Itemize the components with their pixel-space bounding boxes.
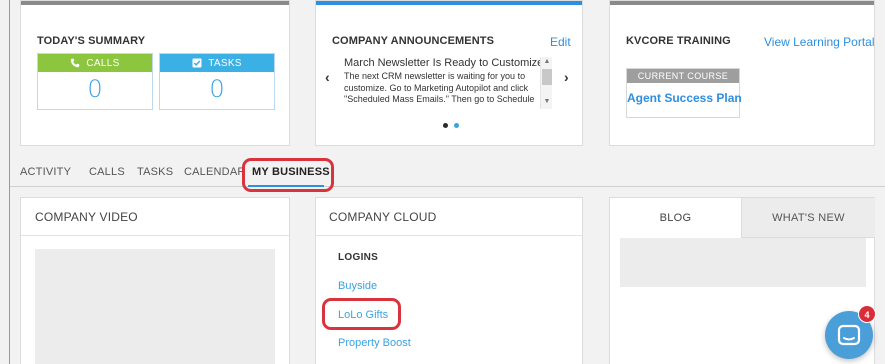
training-card: KVCORE TRAINING View Learning Portal CUR… <box>609 0 875 146</box>
notification-badge: 4 <box>858 305 876 323</box>
carousel-dot-active[interactable] <box>454 123 459 128</box>
calls-header: CALLS <box>38 54 152 72</box>
carousel-dot[interactable] <box>443 123 448 128</box>
calls-label: CALLS <box>86 57 120 69</box>
tabs-divider <box>10 186 885 187</box>
tab-calendar[interactable]: CALENDAR <box>184 166 246 178</box>
buyside-link[interactable]: Buyside <box>338 280 377 292</box>
company-video-card: COMPANY VIDEO <box>20 197 290 364</box>
tab-blog[interactable]: BLOG <box>610 198 741 238</box>
next-announcement-icon[interactable]: › <box>564 69 569 85</box>
scroll-down-icon[interactable]: ▼ <box>541 97 553 107</box>
tasks-stat[interactable]: TASKS 0 <box>159 53 275 110</box>
phone-icon <box>71 58 80 68</box>
previous-announcement-icon[interactable]: ‹ <box>325 69 330 85</box>
view-learning-portal-link[interactable]: View Learning Portal <box>764 35 875 49</box>
calls-stat[interactable]: CALLS 0 <box>37 53 153 110</box>
edit-announcements-link[interactable]: Edit <box>550 35 571 49</box>
calls-count: 0 <box>87 75 103 103</box>
announcement-line: "Scheduled Mass Emails." Then go to Sche… <box>344 94 535 104</box>
checkbox-icon <box>192 58 202 68</box>
tasks-count: 0 <box>209 75 225 103</box>
scroll-up-icon[interactable]: ▲ <box>541 57 553 67</box>
video-player[interactable] <box>35 249 275 364</box>
course-name-link[interactable]: Agent Success Plan <box>627 83 742 113</box>
card-top-bar <box>610 1 874 5</box>
tab-activity[interactable]: ACTIVITY <box>20 166 71 178</box>
current-course-box[interactable]: CURRENT COURSE Agent Success Plan <box>626 68 742 118</box>
cloud-title: COMPANY CLOUD <box>329 210 437 224</box>
video-title: COMPANY VIDEO <box>35 210 138 224</box>
card-top-bar-active <box>316 1 582 5</box>
card-top-bar <box>21 1 289 5</box>
lolo-gifts-highlight <box>322 298 401 330</box>
logins-heading: LOGINS <box>338 252 379 263</box>
announcements-title: COMPANY ANNOUNCEMENTS <box>332 35 495 47</box>
card-divider <box>316 235 582 236</box>
tab-whats-new[interactable]: WHAT'S NEW <box>741 198 875 238</box>
training-title: KVCORE TRAINING <box>626 35 731 47</box>
tab-tasks[interactable]: TASKS <box>137 166 173 178</box>
todays-summary-card: TODAY'S SUMMARY CALLS 0 TASKS 0 <box>20 0 290 146</box>
current-course-label: CURRENT COURSE <box>627 69 739 83</box>
announcement-headline: March Newsletter Is Ready to Customize <box>344 57 544 69</box>
scrollbar-thumb[interactable] <box>542 69 552 85</box>
announcement-body: The next CRM newsletter is waiting for y… <box>344 71 540 106</box>
tasks-header: TASKS <box>160 54 274 72</box>
property-boost-link[interactable]: Property Boost <box>338 337 411 349</box>
announcements-card: COMPANY ANNOUNCEMENTS Edit ‹ › March New… <box>315 0 583 146</box>
tasks-label: TASKS <box>208 57 242 69</box>
card-divider <box>21 235 289 236</box>
announcement-scrollbar[interactable]: ▲ ▼ <box>540 57 552 109</box>
left-page-border <box>9 0 10 364</box>
company-cloud-card: COMPANY CLOUD LOGINS Buyside LoLo Gifts … <box>315 197 583 364</box>
blog-post-placeholder[interactable] <box>620 238 866 287</box>
summary-title: TODAY'S SUMMARY <box>37 35 146 47</box>
dashboard-page: TODAY'S SUMMARY CALLS 0 TASKS 0 COMPANY … <box>0 0 885 364</box>
my-business-highlight <box>242 158 334 192</box>
announcement-line: customize. Go to Marketing Autopilot and… <box>344 82 529 93</box>
announcement-line: The next CRM newsletter is waiting for y… <box>344 71 526 81</box>
tab-calls[interactable]: CALLS <box>89 166 125 178</box>
